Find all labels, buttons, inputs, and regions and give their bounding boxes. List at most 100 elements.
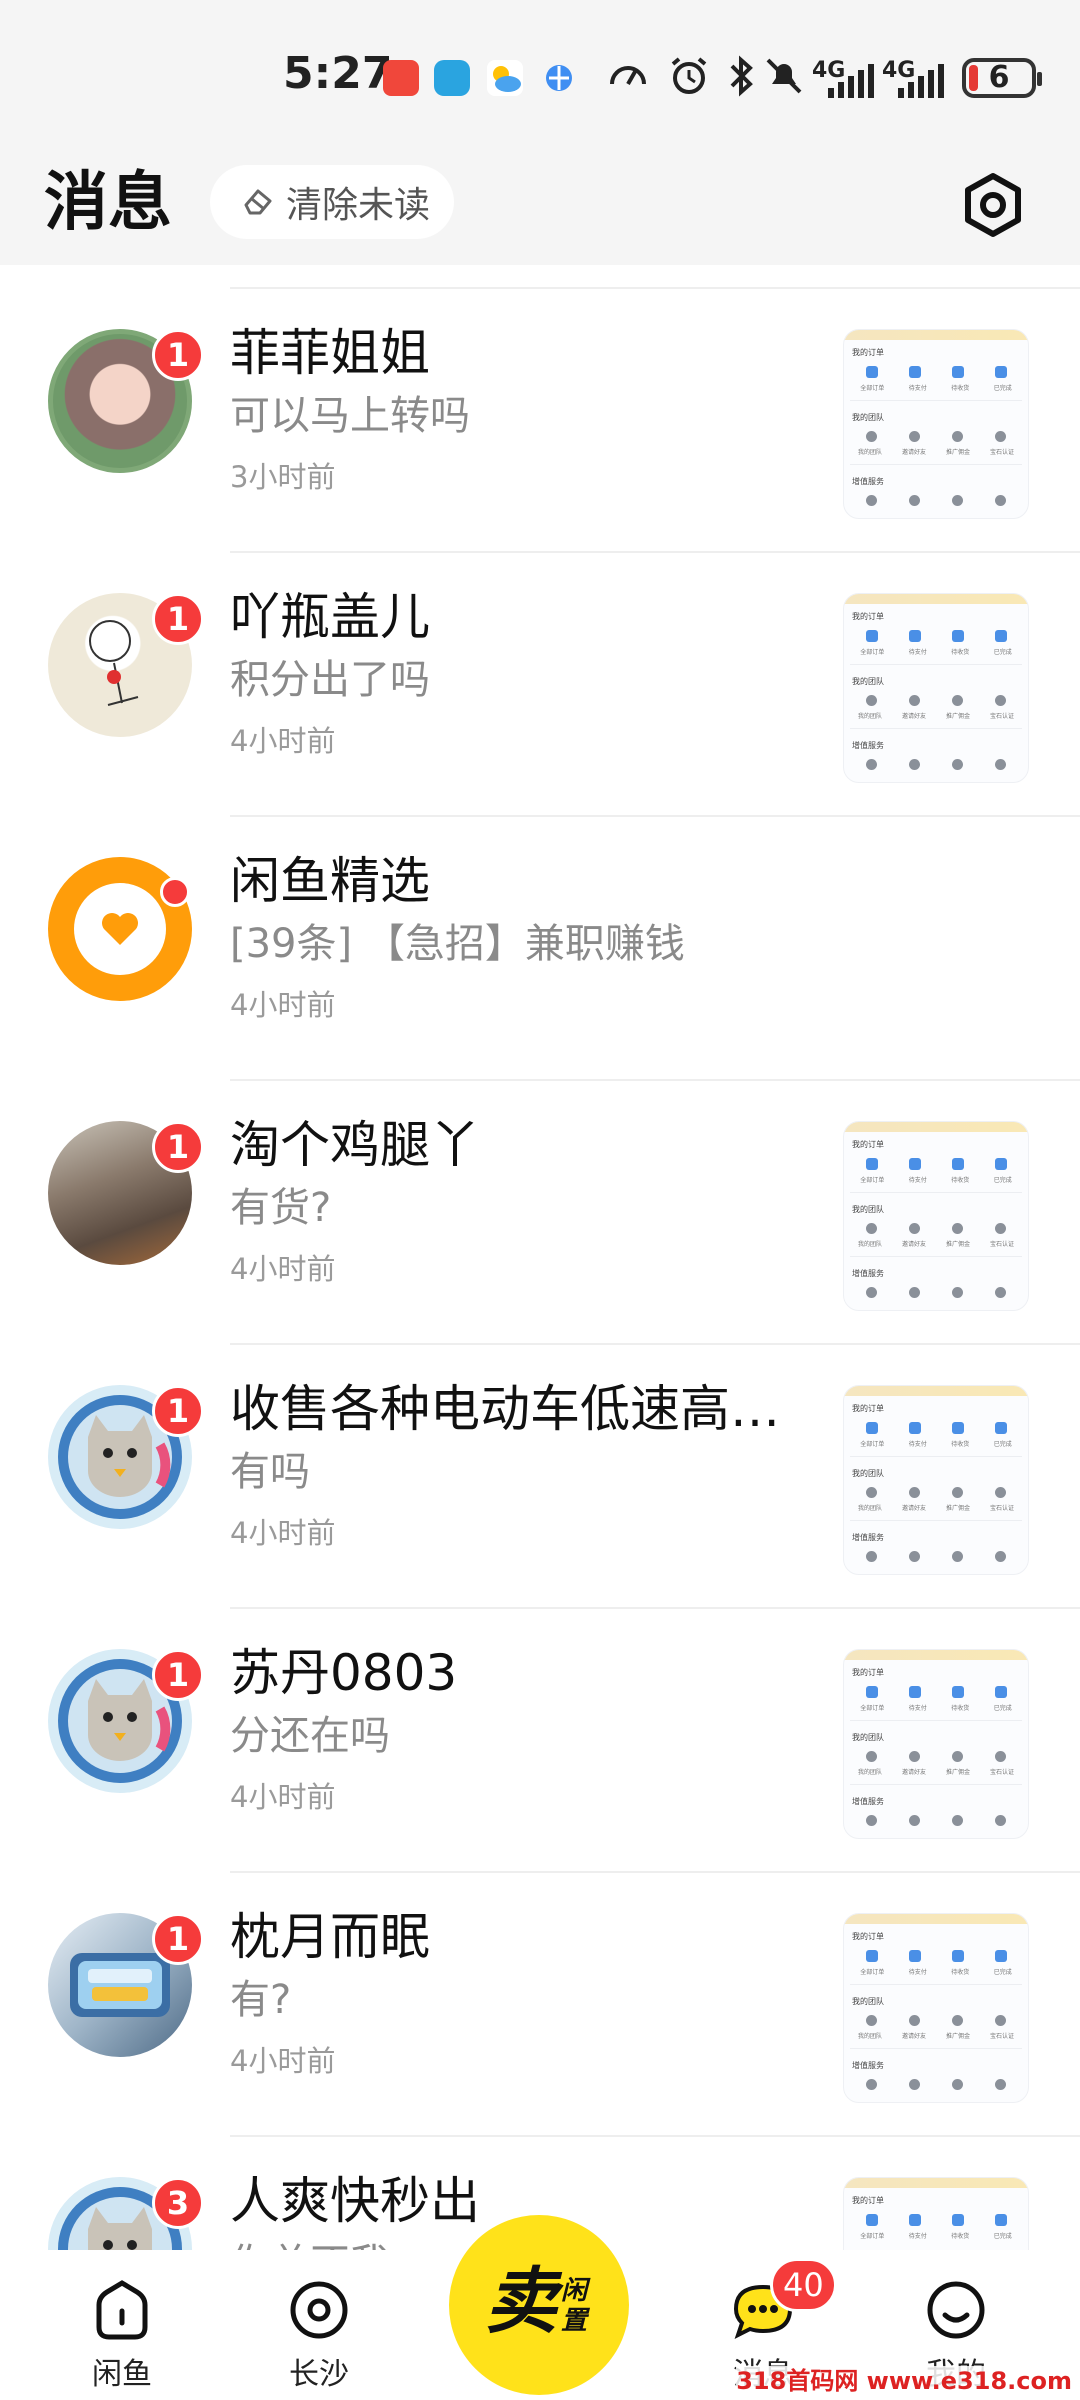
message-row[interactable]: 闲鱼精选 [39条] 【急招】兼职赚钱 4小时前 [0, 817, 1080, 1081]
bluetooth-icon [724, 54, 758, 107]
item-thumbnail[interactable]: 我的订单 全部订单 待支付 待收货 已完成 我的团队 我的团队 邀请好友 推广佣金 宝石认证… [843, 1385, 1029, 1575]
contact-name: 收售各种电动车低速高… [230, 1380, 780, 1438]
thumb-cap: 待收货 [951, 649, 970, 656]
smile-icon [927, 2281, 985, 2339]
thumb-cap: 已完成 [993, 1969, 1012, 1976]
thumb-section-team: 我的团队 [852, 413, 884, 422]
thumb-cap: 待收货 [951, 1969, 970, 1976]
contact-name: 淘个鸡腿丫 [230, 1116, 480, 1174]
message-row[interactable]: 1 收售各种电动车低速高… 有吗 4小时前 我的订单 全部订单 待支付 待收货 已完成… [0, 1345, 1080, 1609]
item-thumbnail[interactable]: 我的订单 全部订单 待支付 待收货 已完成 我的团队 我的团队 邀请好友 推广佣金 宝石认证… [843, 593, 1029, 783]
message-preview: 有货? [230, 1185, 332, 1231]
message-row[interactable]: 1 菲菲姐姐 可以马上转吗 3小时前 我的订单 全部订单 待支付 待收货 已完成 我的… [0, 289, 1080, 553]
speed-icon [606, 54, 650, 107]
unread-badge: 1 [152, 1913, 204, 1965]
message-time: 4小时前 [230, 724, 336, 758]
thumb-cap: 待支付 [908, 1441, 927, 1448]
thumb-cap: 邀请好友 [901, 713, 926, 720]
weather-icon [487, 60, 523, 96]
message-row[interactable]: 1 枕月而眠 有? 4小时前 我的订单 全部订单 待支付 待收货 已完成 我的团队 我… [0, 1873, 1080, 2137]
sell-button[interactable]: 卖 闲 置 [449, 2215, 629, 2395]
status-time: 5:27 [283, 48, 393, 99]
thumb-cap: 已完成 [993, 385, 1012, 392]
thumb-cap: 待收货 [951, 2233, 970, 2240]
clear-unread-button[interactable]: 清除未读 [210, 165, 454, 239]
thumb-cap: 宝石认证 [989, 2033, 1014, 2040]
unread-badge: 1 [152, 1121, 204, 1173]
thumb-cap: 待支付 [908, 649, 927, 656]
thumb-cap: 推广佣金 [945, 1769, 970, 1776]
thumb-section-orders: 我的订单 [852, 1140, 884, 1149]
message-time: 4小时前 [230, 1516, 336, 1550]
thumb-cap: 宝石认证 [989, 1505, 1014, 1512]
thumb-section-team: 我的团队 [852, 1997, 884, 2006]
thumb-cap: 待支付 [908, 385, 927, 392]
message-preview: 分还在吗 [230, 1713, 390, 1759]
clear-unread-label: 清除未读 [286, 185, 431, 226]
unread-badge: 1 [152, 1649, 204, 1701]
item-thumbnail[interactable]: 我的订单 全部订单 待支付 待收货 已完成 我的团队 我的团队 邀请好友 推广佣金 宝石认证… [843, 1121, 1029, 1311]
thumb-cap: 全部订单 [860, 385, 885, 392]
thumb-cap: 邀请好友 [901, 2033, 926, 2040]
contact-name: 枕月而眠 [230, 1908, 430, 1966]
browser-icon [541, 60, 577, 96]
thumb-cap: 已完成 [993, 1441, 1012, 1448]
thumb-cap: 全部订单 [860, 1441, 885, 1448]
thumb-section-team: 我的团队 [852, 677, 884, 686]
message-row[interactable]: 1 吖瓶盖儿 积分出了吗 4小时前 我的订单 全部订单 待支付 待收货 已完成 我的团… [0, 553, 1080, 817]
thumb-cap: 待支付 [908, 1177, 927, 1184]
contact-name: 苏丹0803 [230, 1644, 458, 1702]
signal-1-icon [828, 62, 874, 98]
message-preview: 你总不我 [230, 2237, 390, 2250]
thumb-cap: 我的团队 [857, 1769, 882, 1776]
status-bar: 5:27 4G 4G 6 [0, 0, 1080, 150]
tab-city[interactable]: 长沙 [244, 2275, 394, 2393]
sell-sub-label-1: 闲 [561, 2276, 588, 2306]
thumb-cap: 全部订单 [860, 2233, 885, 2240]
thumb-cap: 待支付 [908, 2233, 927, 2240]
battery-icon: 6 [962, 58, 1042, 98]
signal-2-icon [898, 62, 944, 98]
message-preview: [39条] 【急招】兼职赚钱 [230, 921, 685, 967]
item-thumbnail[interactable]: 我的订单 全部订单 待支付 待收货 已完成 我的团队 我的团队 邀请好友 推广佣金 宝石认证… [843, 1649, 1029, 1839]
thumb-cap: 推广佣金 [945, 1241, 970, 1248]
tab-home[interactable]: 闲鱼 [47, 2275, 197, 2393]
unread-dot [160, 877, 190, 907]
thumb-section-services: 增值服务 [852, 1797, 884, 1806]
contact-name: 菲菲姐姐 [230, 324, 430, 382]
sell-label: 卖 [485, 2259, 558, 2343]
thumb-cap: 宝石认证 [989, 449, 1014, 456]
thumb-cap: 待收货 [951, 1441, 970, 1448]
thumb-cap: 已完成 [993, 1177, 1012, 1184]
item-thumbnail[interactable]: 我的订单 全部订单 待支付 待收货 已完成 我的团队 我的团队 邀请好友 推广佣金 宝石认证… [843, 329, 1029, 519]
message-list[interactable]: 1 菲菲姐姐 可以马上转吗 3小时前 我的订单 全部订单 待支付 待收货 已完成 我的… [0, 265, 1080, 2250]
thumb-section-services: 增值服务 [852, 2061, 884, 2070]
thumb-section-team: 我的团队 [852, 1733, 884, 1742]
thumb-section-orders: 我的订单 [852, 612, 884, 621]
tab-home-label: 闲鱼 [92, 2357, 152, 2392]
thumb-cap: 已完成 [993, 649, 1012, 656]
thumb-section-services: 增值服务 [852, 1533, 884, 1542]
thumb-cap: 待收货 [951, 1705, 970, 1712]
thumb-cap: 邀请好友 [901, 449, 926, 456]
thumb-cap: 我的团队 [857, 1241, 882, 1248]
thumb-cap: 邀请好友 [901, 1505, 926, 1512]
message-preview: 可以马上转吗 [230, 393, 470, 439]
contact-name: 人爽快秒出 [230, 2172, 480, 2230]
thumb-cap: 我的团队 [857, 2033, 882, 2040]
thumb-section-orders: 我的订单 [852, 1932, 884, 1941]
settings-button[interactable] [958, 170, 1028, 240]
unread-badge: 1 [152, 593, 204, 645]
thumb-cap: 待收货 [951, 1177, 970, 1184]
thumb-section-orders: 我的订单 [852, 2196, 884, 2205]
thumb-cap: 待收货 [951, 385, 970, 392]
page-title: 消息 [44, 166, 172, 240]
item-thumbnail[interactable]: 我的订单 全部订单 待支付 待收货 已完成 [843, 2177, 1029, 2250]
thumb-cap: 全部订单 [860, 649, 885, 656]
message-row[interactable]: 1 苏丹0803 分还在吗 4小时前 我的订单 全部订单 待支付 待收货 已完成 我的… [0, 1609, 1080, 1873]
app-notify-icon [434, 60, 470, 96]
thumb-cap: 待支付 [908, 1969, 927, 1976]
message-row[interactable]: 1 淘个鸡腿丫 有货? 4小时前 我的订单 全部订单 待支付 待收货 已完成 我的团队… [0, 1081, 1080, 1345]
item-thumbnail[interactable]: 我的订单 全部订单 待支付 待收货 已完成 我的团队 我的团队 邀请好友 推广佣金 宝石认证… [843, 1913, 1029, 2103]
mute-icon [762, 54, 806, 107]
